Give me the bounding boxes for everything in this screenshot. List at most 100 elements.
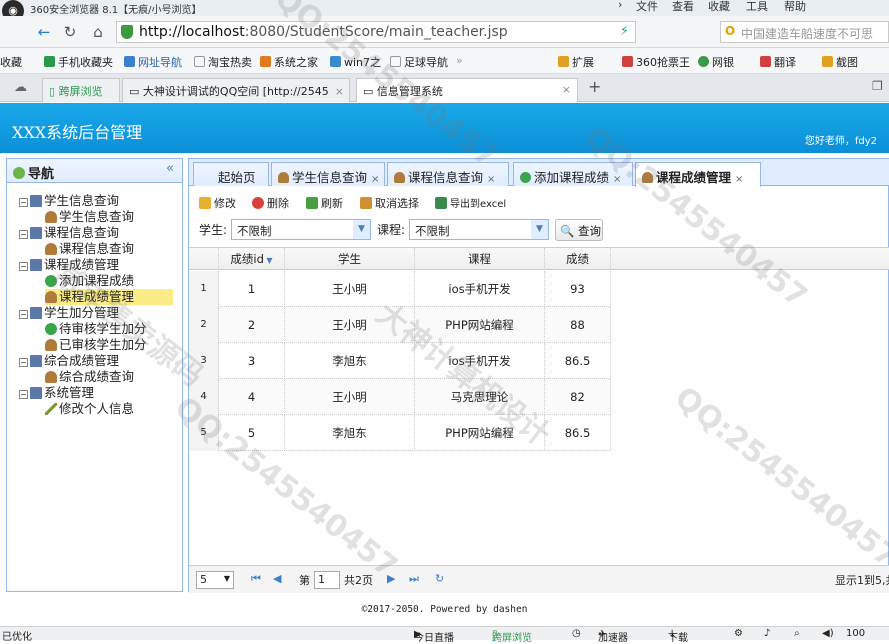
tree-node-overall-score[interactable]: − 综合成绩管理 [19,353,119,369]
tree-leaf-edit-profile[interactable]: 修改个人信息 [45,401,134,417]
table-row[interactable]: 2 2 王小明 PHP网站编程 88 [189,307,611,343]
menu-view[interactable]: 查看 [672,0,694,14]
tree-node-bonus-mgmt[interactable]: − 学生加分管理 [19,305,119,321]
browser-tab-qq[interactable]: ▭ 大神设计调试的QQ空间 [http://2545 × [122,78,350,102]
tree-node-system[interactable]: − 系统管理 [19,385,94,401]
status-clock-icon[interactable]: ◷ [572,628,581,639]
close-icon[interactable]: × [735,174,743,185]
refresh-button[interactable]: 刷新 [306,195,343,211]
next-page-icon[interactable]: ▶ [387,572,395,585]
status-volume-icon[interactable]: ◀) [822,628,834,639]
tab-score-mgmt[interactable]: 课程成绩管理 × [635,162,761,187]
tab-student-info[interactable]: 学生信息查询 × [271,162,385,186]
tree-node-course-info[interactable]: − 课程信息查询 [19,225,119,241]
tree-node-student-info[interactable]: − 学生信息查询 [19,193,119,209]
tree-leaf-score-mgmt[interactable]: 课程成绩管理 [45,289,173,305]
tab-home[interactable]: 起始页 [193,162,269,186]
bookmark-bank[interactable]: 网银 [698,54,734,70]
browser-tab-kuaping[interactable]: ▯ 跨屏浏览 [42,78,120,102]
tree-leaf-pending-bonus[interactable]: 待审核学生加分 [45,321,147,337]
close-icon[interactable]: × [613,174,621,185]
computer-icon [30,227,42,239]
refresh-icon[interactable]: ↻ [435,572,444,585]
menu-tools[interactable]: 工具 [746,0,768,14]
collapse-icon[interactable]: « [166,161,174,176]
status-zoom-icon[interactable]: ⌕ [794,628,800,639]
tree-leaf-student-info[interactable]: 学生信息查询 [45,209,134,225]
status-gear-icon[interactable]: ⚙ [734,628,743,639]
page-number-input[interactable]: 1 [314,571,340,589]
security-shield-icon [121,25,133,39]
student-filter-select[interactable]: 不限制 ▼ [231,219,371,240]
home-icon[interactable]: ⌂ [88,22,108,42]
bookmark-ticket[interactable]: 360抢票王 [622,54,690,70]
export-excel-button[interactable]: 导出到excel [435,195,506,210]
menu-favorites[interactable]: 收藏 [708,0,730,14]
close-icon[interactable]: × [371,174,379,185]
column-header-id[interactable]: 成绩id ▼ [219,248,285,270]
cell-id: 4 [219,379,285,415]
navigation-sidebar: 导航 « − 学生信息查询 学生信息查询 − 课程信息查询 课程信息查询 − 课程成绩… [6,158,183,592]
row-number: 2 [189,307,219,343]
restore-tab-icon[interactable]: ❐ [872,79,883,93]
tree-leaf-course-info[interactable]: 课程信息查询 [45,241,134,257]
tree-node-score-mgmt[interactable]: − 课程成绩管理 [19,257,119,273]
tree-leaf-overall-score[interactable]: 综合成绩查询 [45,369,134,385]
close-icon[interactable]: × [487,174,495,185]
cancel-select-button[interactable]: 取消选择 [360,195,419,211]
edit-button[interactable]: 修改 [199,195,236,211]
table-row[interactable]: 3 3 李旭东 ios手机开发 86.5 [189,343,611,379]
table-row[interactable]: 5 5 李旭东 PHP网站编程 86.5 [189,415,611,451]
bookmark-football[interactable]: 足球导航 [390,54,448,70]
bookmark-extend[interactable]: 扩展 [558,54,594,70]
scissors-icon [822,56,833,67]
bookmarks-more-icon[interactable]: » [456,54,463,67]
bookmark-nav[interactable]: 网址导航 [124,54,182,70]
status-sound-icon[interactable]: ♪ [764,628,770,639]
prev-page-icon[interactable]: ◀ [273,572,281,585]
table-row[interactable]: 1 1 王小明 ios手机开发 93 [189,271,611,307]
bookmark-mobile[interactable]: 手机收藏夹 [44,54,113,70]
cell-id: 3 [219,343,285,379]
reload-icon[interactable]: ↻ [60,22,80,42]
speed-icon[interactable]: ⚡ [620,24,629,39]
user-icon [45,211,57,223]
bookmark-screenshot[interactable]: 截图 [822,54,858,70]
back-icon[interactable]: ← [34,22,54,42]
course-filter-label: 课程: [377,223,406,237]
bookmark-translate[interactable]: 翻译 [760,54,796,70]
menu-file[interactable]: 文件 [636,0,658,14]
first-page-icon[interactable]: ⏮ [251,572,261,586]
computer-icon [30,195,42,207]
cell-student: 李旭东 [285,415,415,451]
page-icon [390,56,401,67]
tab-course-info[interactable]: 课程信息查询 × [387,162,509,186]
column-header-course[interactable]: 课程 [415,248,545,270]
menu-help[interactable]: 帮助 [784,0,806,14]
table-row[interactable]: 4 4 王小明 马克思理论 82 [189,379,611,415]
url-input[interactable]: http://localhost:8080/StudentScore/main_… [116,21,636,43]
cloud-icon[interactable]: ☁ [14,80,27,95]
tree-leaf-add-score[interactable]: 添加课程成绩 [45,273,134,289]
last-page-icon[interactable]: ⏭ [409,572,419,586]
page-size-select[interactable]: 5 ▼ [196,571,234,589]
course-filter-select[interactable]: 不限制 ▼ [409,219,549,240]
menu-arrow-icon[interactable]: › [618,0,622,11]
bookmark-favorites[interactable]: 收藏 [0,54,22,70]
delete-button[interactable]: 删除 [252,195,289,211]
tab-add-score[interactable]: 添加课程成绩 × [513,162,633,186]
tree-leaf-approved-bonus[interactable]: 已审核学生加分 [45,337,147,353]
collapse-toggle-icon: − [19,230,28,239]
close-icon[interactable]: × [335,85,344,98]
column-header-student[interactable]: 学生 [285,248,415,270]
query-button[interactable]: 🔍 查询 [555,219,603,241]
search-input[interactable]: O 中国建造车船速度不可思 [720,21,889,43]
column-header-score[interactable]: 成绩 [545,248,611,270]
footer: ©2017-2050. Powered by dashen [361,604,528,615]
close-icon[interactable]: × [562,83,571,96]
browser-tab-system[interactable]: ▭ 信息管理系统 × [356,78,578,102]
bookmark-xitong[interactable]: 系统之家 [260,54,318,70]
bookmark-taobao[interactable]: 淘宝热卖 [194,54,252,70]
new-tab-icon[interactable]: + [588,77,601,96]
bookmark-win7[interactable]: win7之 [330,54,381,70]
